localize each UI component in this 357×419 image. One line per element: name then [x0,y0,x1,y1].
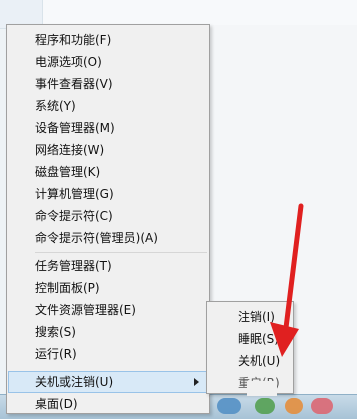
desktop-background-top [0,0,357,25]
menu-item-disk-management[interactable]: 磁盘管理(K) [8,161,208,183]
menu-item-device-manager[interactable]: 设备管理器(M) [8,117,208,139]
menu-item-power-options[interactable]: 电源选项(O) [8,51,208,73]
submenu-item-sign-out[interactable]: 注销(I) [208,306,292,328]
menu-item-system[interactable]: 系统(Y) [8,95,208,117]
menu-item-run[interactable]: 运行(R) [8,343,208,365]
taskbar-icon-orange [285,398,303,414]
submenu-item-sleep[interactable]: 睡眠(S) [208,328,292,350]
submenu-partial-cover [247,381,277,396]
taskbar-icon-blue [217,398,241,414]
submenu-item-shut-down[interactable]: 关机(U) [208,350,292,372]
menu-item-search[interactable]: 搜索(S) [8,321,208,343]
menu-item-shutdown-label: 关机或注销(U) [35,375,114,389]
chevron-right-icon [194,378,199,386]
menu-item-shutdown-or-sign-out[interactable]: 关机或注销(U) [8,371,208,393]
menu-item-network-connections[interactable]: 网络连接(W) [8,139,208,161]
menu-item-desktop[interactable]: 桌面(D) [8,393,208,415]
taskbar-icon-green [255,398,275,414]
menu-item-command-prompt-admin[interactable]: 命令提示符(管理员)(A) [8,227,208,249]
menu-item-command-prompt[interactable]: 命令提示符(C) [8,205,208,227]
winx-context-menu: 程序和功能(F) 电源选项(O) 事件查看器(V) 系统(Y) 设备管理器(M)… [6,24,210,414]
menu-item-programs-and-features[interactable]: 程序和功能(F) [8,29,208,51]
menu-item-file-explorer[interactable]: 文件资源管理器(E) [8,299,208,321]
menu-item-control-panel[interactable]: 控制面板(P) [8,277,208,299]
menu-item-event-viewer[interactable]: 事件查看器(V) [8,73,208,95]
menu-item-task-manager[interactable]: 任务管理器(T) [8,255,208,277]
menu-separator [35,252,207,253]
taskbar-icon-pink [311,398,333,414]
menu-item-computer-management[interactable]: 计算机管理(G) [8,183,208,205]
